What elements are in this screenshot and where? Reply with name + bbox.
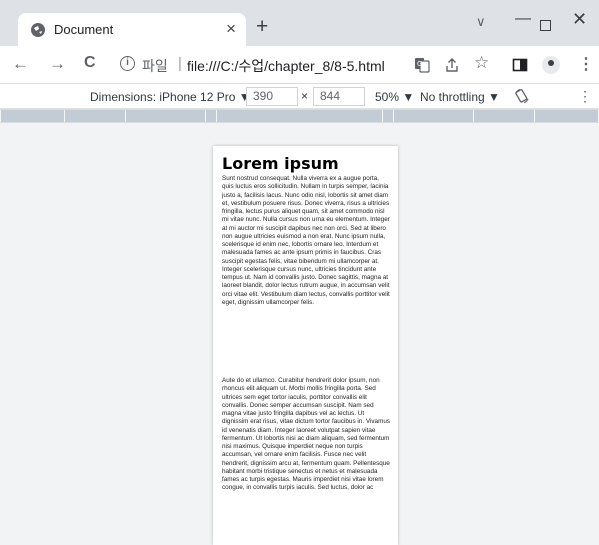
- reload-button[interactable]: C: [84, 54, 96, 72]
- maximize-button[interactable]: [540, 20, 551, 31]
- close-window-button[interactable]: ✕: [572, 9, 587, 30]
- back-button[interactable]: ←: [12, 54, 29, 74]
- forward-button[interactable]: →: [49, 54, 66, 74]
- height-input[interactable]: 844: [313, 87, 365, 106]
- profile-avatar[interactable]: [542, 56, 560, 74]
- url-text[interactable]: file:///C:/수업/chapter_8/8-5.html: [187, 56, 385, 76]
- share-icon[interactable]: [444, 57, 460, 73]
- media-query-bar: [0, 109, 599, 123]
- tab-strip: Document × + ∨ — ✕: [0, 0, 599, 46]
- throttling-select[interactable]: No throttling ▼: [420, 90, 500, 104]
- dimension-times: ×: [301, 89, 309, 103]
- minimize-button[interactable]: —: [515, 10, 531, 28]
- bookmark-star-icon[interactable]: ☆: [474, 53, 489, 73]
- rotate-icon[interactable]: [514, 88, 530, 104]
- info-icon[interactable]: i: [120, 56, 135, 71]
- new-tab-button[interactable]: +: [256, 15, 268, 39]
- device-options-kebab-icon[interactable]: ⋮: [578, 88, 592, 105]
- page-paragraph-2: Aute do et ullamco. Curabitur hendrerit …: [222, 377, 391, 492]
- translate-icon[interactable]: G: [414, 57, 430, 73]
- zoom-select[interactable]: 50% ▼: [375, 90, 414, 104]
- globe-icon: [31, 23, 45, 37]
- tab-close-icon[interactable]: ×: [226, 19, 236, 39]
- page-paragraph-1: Sunt nostrud consequat. Nulla viverra ex…: [222, 175, 390, 306]
- scheme-label: 파일: [142, 58, 168, 74]
- tab-title: Document: [54, 22, 114, 37]
- tab-document[interactable]: Document ×: [18, 13, 246, 46]
- side-panel-icon[interactable]: [512, 57, 528, 73]
- browser-toolbar: ← → C i 파일 | file:///C:/수업/chapter_8/8-5…: [0, 46, 599, 84]
- device-frame: Lorem ipsum Sunt nostrud consequat. Null…: [213, 146, 398, 545]
- device-select[interactable]: Dimensions: iPhone 12 Pro ▼: [90, 90, 251, 104]
- tab-search-icon[interactable]: ∨: [476, 14, 486, 30]
- media-query-segment[interactable]: [216, 110, 383, 122]
- address-bar[interactable]: i 파일 | file:///C:/수업/chapter_8/8-5.html: [116, 52, 490, 78]
- svg-text:G: G: [417, 60, 422, 68]
- width-input[interactable]: 390: [246, 87, 298, 106]
- menu-kebab-icon[interactable]: ⋮: [578, 54, 594, 74]
- page-heading: Lorem ipsum: [222, 154, 339, 173]
- device-toolbar: Dimensions: iPhone 12 Pro ▼ 390 × 844 50…: [0, 84, 599, 109]
- scheme-separator: |: [178, 55, 182, 72]
